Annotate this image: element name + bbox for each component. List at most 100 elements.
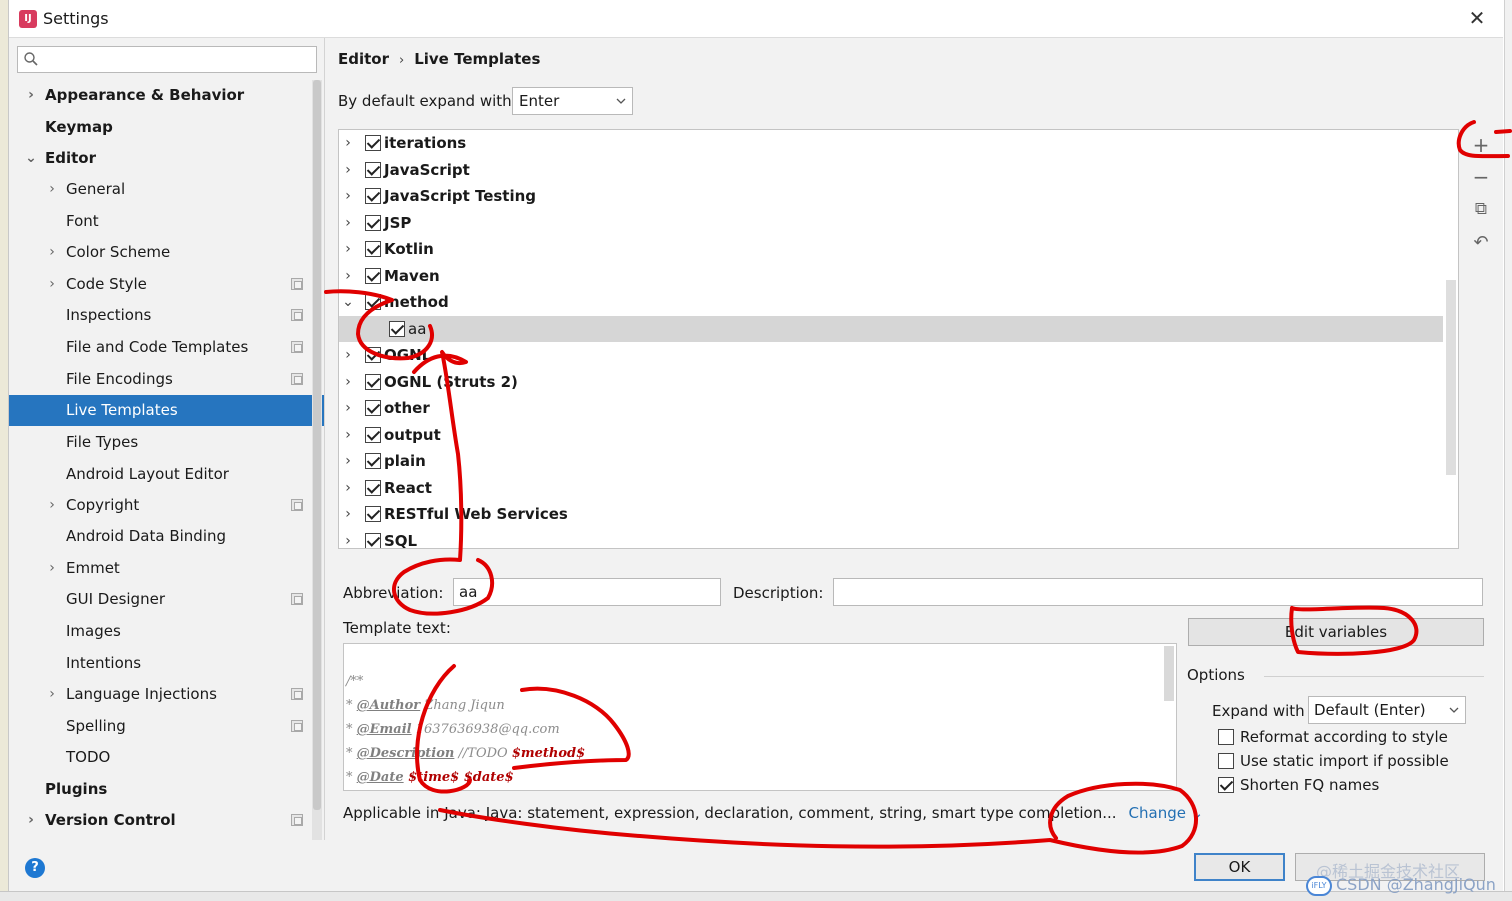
- sidebar-item[interactable]: File Encodings: [9, 364, 311, 395]
- sidebar-scrollbar[interactable]: [312, 80, 322, 840]
- sidebar-item[interactable]: › Copyright: [9, 490, 311, 521]
- chevron-right-icon[interactable]: ›: [341, 157, 355, 183]
- template-checkbox[interactable]: [365, 135, 381, 151]
- chevron-right-icon[interactable]: ›: [341, 448, 355, 474]
- chevron-right-icon[interactable]: ›: [341, 528, 355, 549]
- chevron-right-icon[interactable]: ›: [341, 501, 355, 527]
- sidebar-item[interactable]: Spelling: [9, 711, 311, 742]
- static-import-checkbox[interactable]: [1218, 753, 1234, 769]
- sidebar-item[interactable]: Intentions: [9, 648, 311, 679]
- templates-scrollbar[interactable]: [1446, 280, 1456, 475]
- change-contexts-link[interactable]: Change ⌄: [1129, 804, 1204, 822]
- template-group[interactable]: › RESTful Web Services: [339, 501, 1443, 528]
- chevron-right-icon[interactable]: ›: [341, 475, 355, 501]
- template-checkbox[interactable]: [365, 400, 381, 416]
- chevron-right-icon[interactable]: ›: [341, 369, 355, 395]
- template-checkbox[interactable]: [365, 347, 381, 363]
- template-group[interactable]: › JavaScript Testing: [339, 183, 1443, 210]
- chevron-right-icon[interactable]: ›: [45, 490, 59, 521]
- sidebar-item[interactable]: › Color Scheme: [9, 237, 311, 268]
- sidebar-item[interactable]: ⌄ Editor: [9, 143, 311, 174]
- chevron-right-icon[interactable]: ›: [45, 269, 59, 300]
- template-group[interactable]: › Kotlin: [339, 236, 1443, 263]
- sidebar-item[interactable]: › Emmet: [9, 553, 311, 584]
- template-group[interactable]: › OGNL (Struts 2): [339, 369, 1443, 396]
- chevron-right-icon[interactable]: ›: [341, 183, 355, 209]
- sidebar-item[interactable]: › Appearance & Behavior: [9, 80, 311, 111]
- template-group[interactable]: › React: [339, 475, 1443, 502]
- template-checkbox[interactable]: [365, 373, 381, 390]
- template-checkbox[interactable]: [389, 320, 405, 337]
- sidebar-item[interactable]: Images: [9, 616, 311, 647]
- ok-button[interactable]: OK: [1194, 853, 1285, 881]
- sidebar-item[interactable]: Android Layout Editor: [9, 459, 311, 490]
- chevron-right-icon[interactable]: ›: [341, 210, 355, 236]
- chevron-right-icon[interactable]: ›: [341, 342, 355, 368]
- sidebar-item[interactable]: › Version Control: [9, 805, 311, 836]
- template-group[interactable]: › other: [339, 395, 1443, 422]
- template-item[interactable]: aa: [339, 315, 1443, 342]
- template-checkbox[interactable]: [365, 161, 381, 178]
- template-checkbox[interactable]: [365, 532, 381, 548]
- template-group[interactable]: › OGNL: [339, 342, 1443, 369]
- edit-variables-button[interactable]: Edit variables: [1188, 618, 1484, 646]
- template-group[interactable]: › iterations: [339, 130, 1443, 157]
- template-checkbox[interactable]: [365, 294, 381, 310]
- template-checkbox[interactable]: [365, 214, 381, 231]
- template-checkbox[interactable]: [365, 188, 381, 204]
- sidebar-item[interactable]: File and Code Templates: [9, 332, 311, 363]
- settings-search-input[interactable]: [17, 46, 317, 73]
- template-group[interactable]: › JavaScript: [339, 157, 1443, 184]
- template-text-scrollbar[interactable]: [1164, 646, 1174, 701]
- template-checkbox[interactable]: [365, 267, 381, 284]
- chevron-right-icon[interactable]: ›: [24, 805, 38, 836]
- reformat-checkbox[interactable]: [1218, 729, 1234, 745]
- sidebar-scrollbar-thumb[interactable]: [313, 80, 321, 810]
- chevron-right-icon[interactable]: ›: [341, 422, 355, 448]
- default-expand-select[interactable]: Enter: [512, 87, 633, 115]
- sidebar-item[interactable]: › General: [9, 174, 311, 205]
- template-group[interactable]: › Maven: [339, 263, 1443, 290]
- expand-with-select[interactable]: Default (Enter): [1308, 696, 1466, 724]
- sidebar-item[interactable]: File Types: [9, 427, 311, 458]
- abbreviation-input[interactable]: aa: [453, 578, 721, 606]
- copy-icon[interactable]: ⧉: [1470, 198, 1492, 220]
- chevron-right-icon[interactable]: ›: [341, 236, 355, 262]
- template-group[interactable]: › JSP: [339, 210, 1443, 237]
- sidebar-item[interactable]: Inspections: [9, 300, 311, 331]
- sidebar-item[interactable]: Keymap: [9, 112, 311, 143]
- template-text-editor[interactable]: /** * @Author Zhang Jiqun * @Email 16376…: [343, 643, 1177, 791]
- chevron-right-icon[interactable]: ›: [45, 679, 59, 710]
- sidebar-item[interactable]: Font: [9, 206, 311, 237]
- template-group[interactable]: ⌄ method: [339, 289, 1443, 316]
- chevron-right-icon[interactable]: ›: [341, 130, 355, 156]
- sidebar-item[interactable]: TODO: [9, 742, 311, 773]
- add-icon[interactable]: +: [1470, 134, 1492, 156]
- sidebar-item[interactable]: Live Templates: [9, 395, 324, 426]
- chevron-right-icon[interactable]: ›: [45, 553, 59, 584]
- template-checkbox[interactable]: [365, 426, 381, 443]
- chevron-down-icon[interactable]: ⌄: [341, 289, 355, 315]
- chevron-down-icon[interactable]: ⌄: [24, 143, 38, 174]
- template-checkbox[interactable]: [365, 453, 381, 469]
- sidebar-item[interactable]: Android Data Binding: [9, 521, 311, 552]
- description-input[interactable]: [833, 578, 1483, 606]
- template-group[interactable]: › SQL: [339, 528, 1443, 549]
- shorten-fq-checkbox[interactable]: [1218, 777, 1234, 793]
- template-group[interactable]: › plain: [339, 448, 1443, 475]
- template-checkbox[interactable]: [365, 506, 381, 522]
- template-checkbox[interactable]: [365, 241, 381, 257]
- sidebar-item[interactable]: Plugins: [9, 774, 311, 805]
- chevron-right-icon[interactable]: ›: [24, 80, 38, 111]
- template-checkbox[interactable]: [365, 479, 381, 496]
- template-group[interactable]: › output: [339, 422, 1443, 449]
- chevron-right-icon[interactable]: ›: [341, 263, 355, 289]
- close-button[interactable]: ✕: [1465, 6, 1489, 30]
- chevron-right-icon[interactable]: ›: [45, 174, 59, 205]
- remove-icon[interactable]: −: [1470, 166, 1492, 188]
- chevron-right-icon[interactable]: ›: [341, 395, 355, 421]
- revert-icon[interactable]: ↶: [1470, 232, 1492, 254]
- help-button[interactable]: ?: [25, 858, 45, 878]
- sidebar-item[interactable]: › Language Injections: [9, 679, 311, 710]
- sidebar-item[interactable]: GUI Designer: [9, 584, 311, 615]
